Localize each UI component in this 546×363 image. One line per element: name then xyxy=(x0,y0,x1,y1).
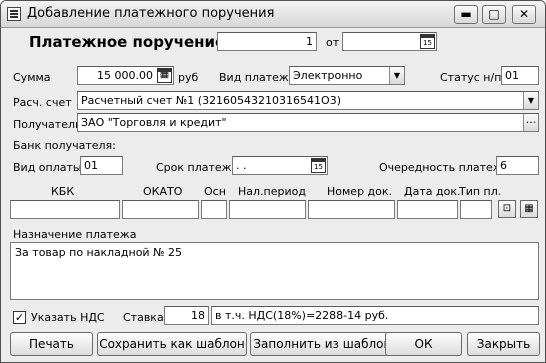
tax-col-period: Нал.период xyxy=(238,185,306,198)
more-options-icon[interactable]: ... xyxy=(523,114,538,131)
kbk-field[interactable] xyxy=(10,200,120,219)
okato-field[interactable] xyxy=(122,200,199,219)
order-date-field[interactable]: 15 xyxy=(342,32,437,51)
chevron-down-icon[interactable]: ▼ xyxy=(389,67,404,84)
print-button[interactable]: Печать xyxy=(10,332,93,356)
minimize-button[interactable]: ▬ xyxy=(454,5,478,24)
page-title: Платежное поручение № xyxy=(29,33,249,51)
pay-kind-label: Вид оплаты xyxy=(13,161,82,174)
tax-col-osn: Осн xyxy=(204,185,226,198)
account-label: Расч. счет xyxy=(13,96,72,109)
tax-col-doc-number: Номер док. xyxy=(327,185,393,198)
window-icon xyxy=(7,7,21,21)
tax-period-field[interactable] xyxy=(229,200,306,219)
due-date-value: . . xyxy=(236,159,247,172)
payment-type-select[interactable]: Электронно ▼ xyxy=(289,66,405,85)
maximize-button[interactable]: □ xyxy=(482,5,506,24)
ok-button[interactable]: ОК xyxy=(385,332,462,356)
vat-rate-field[interactable]: 18 xyxy=(164,306,209,325)
doc-date-field[interactable] xyxy=(397,200,458,219)
payment-type-value: Электронно xyxy=(293,69,363,82)
payment-type-label: Вид платежа xyxy=(219,71,296,84)
recipient-field[interactable]: ЗАО "Торговля и кредит" ... xyxy=(77,113,539,132)
tax-col-kbk: КБК xyxy=(51,185,75,198)
tax-col-okato: ОКАТО xyxy=(143,185,183,198)
save-template-button[interactable]: Сохранить как шаблон xyxy=(97,332,247,356)
status-field[interactable]: 01 xyxy=(501,66,539,85)
fill-from-template-button[interactable]: Заполнить из шаблона xyxy=(250,332,402,356)
title-bar: Добавление платежного поручения ▬ □ ✕ xyxy=(1,1,545,28)
purpose-textarea[interactable]: За товар по накладной № 25 xyxy=(10,242,539,300)
vat-checkbox-label: Указать НДС xyxy=(31,311,105,324)
window-title: Добавление платежного поручения xyxy=(27,6,275,21)
vat-checkbox[interactable]: ✓ xyxy=(13,311,26,324)
recipient-label: Получатель xyxy=(13,118,82,131)
order-number-field[interactable]: 1 xyxy=(217,32,317,51)
tax-col-pay-type: Тип пл. xyxy=(459,185,502,198)
calendar-icon[interactable]: 15 xyxy=(311,158,326,173)
purpose-label: Назначение платежа xyxy=(13,228,137,241)
vat-rate-label: Ставка xyxy=(123,311,164,324)
amount-value: 15 000.00 xyxy=(97,69,153,82)
priority-label: Очередность платежа xyxy=(379,161,510,174)
recipient-bank-label: Банк получателя: xyxy=(13,139,116,152)
status-label: Статус н/п xyxy=(440,71,502,84)
tax-col-doc-date: Дата док. xyxy=(404,185,461,198)
close-button[interactable]: Закрыть xyxy=(467,332,540,356)
payment-order-dialog: Добавление платежного поручения ▬ □ ✕ Пл… xyxy=(0,0,546,363)
select-tax-icon[interactable]: ⊡ xyxy=(498,200,516,218)
osn-field[interactable] xyxy=(201,200,227,219)
calendar-icon[interactable]: 15 xyxy=(420,34,435,49)
recipient-value: ЗАО "Торговля и кредит" xyxy=(81,116,227,129)
due-date-label: Срок платежа xyxy=(156,161,239,174)
priority-field[interactable]: 6 xyxy=(496,156,539,175)
vat-summary: в т.ч. НДС(18%)=2288-14 руб. xyxy=(211,306,539,325)
doc-number-field[interactable] xyxy=(308,200,395,219)
date-label: от xyxy=(326,36,340,49)
close-window-button[interactable]: ✕ xyxy=(512,5,536,24)
amount-unit: руб xyxy=(178,71,199,84)
due-date-field[interactable]: . . 15 xyxy=(232,156,328,175)
pay-type-field[interactable] xyxy=(460,200,492,219)
account-select[interactable]: Расчетный счет №1 (32160543210316541O3) … xyxy=(77,91,539,110)
pay-kind-field[interactable]: 01 xyxy=(80,156,123,175)
calculator-icon[interactable]: ▦ xyxy=(157,68,172,83)
account-value: Расчетный счет №1 (32160543210316541O3) xyxy=(81,94,341,107)
tax-details-icon[interactable]: ▦ xyxy=(520,200,538,218)
chevron-down-icon[interactable]: ▼ xyxy=(523,92,538,109)
amount-field[interactable]: 15 000.00 ▦ xyxy=(77,66,174,85)
amount-label: Сумма xyxy=(13,71,51,84)
